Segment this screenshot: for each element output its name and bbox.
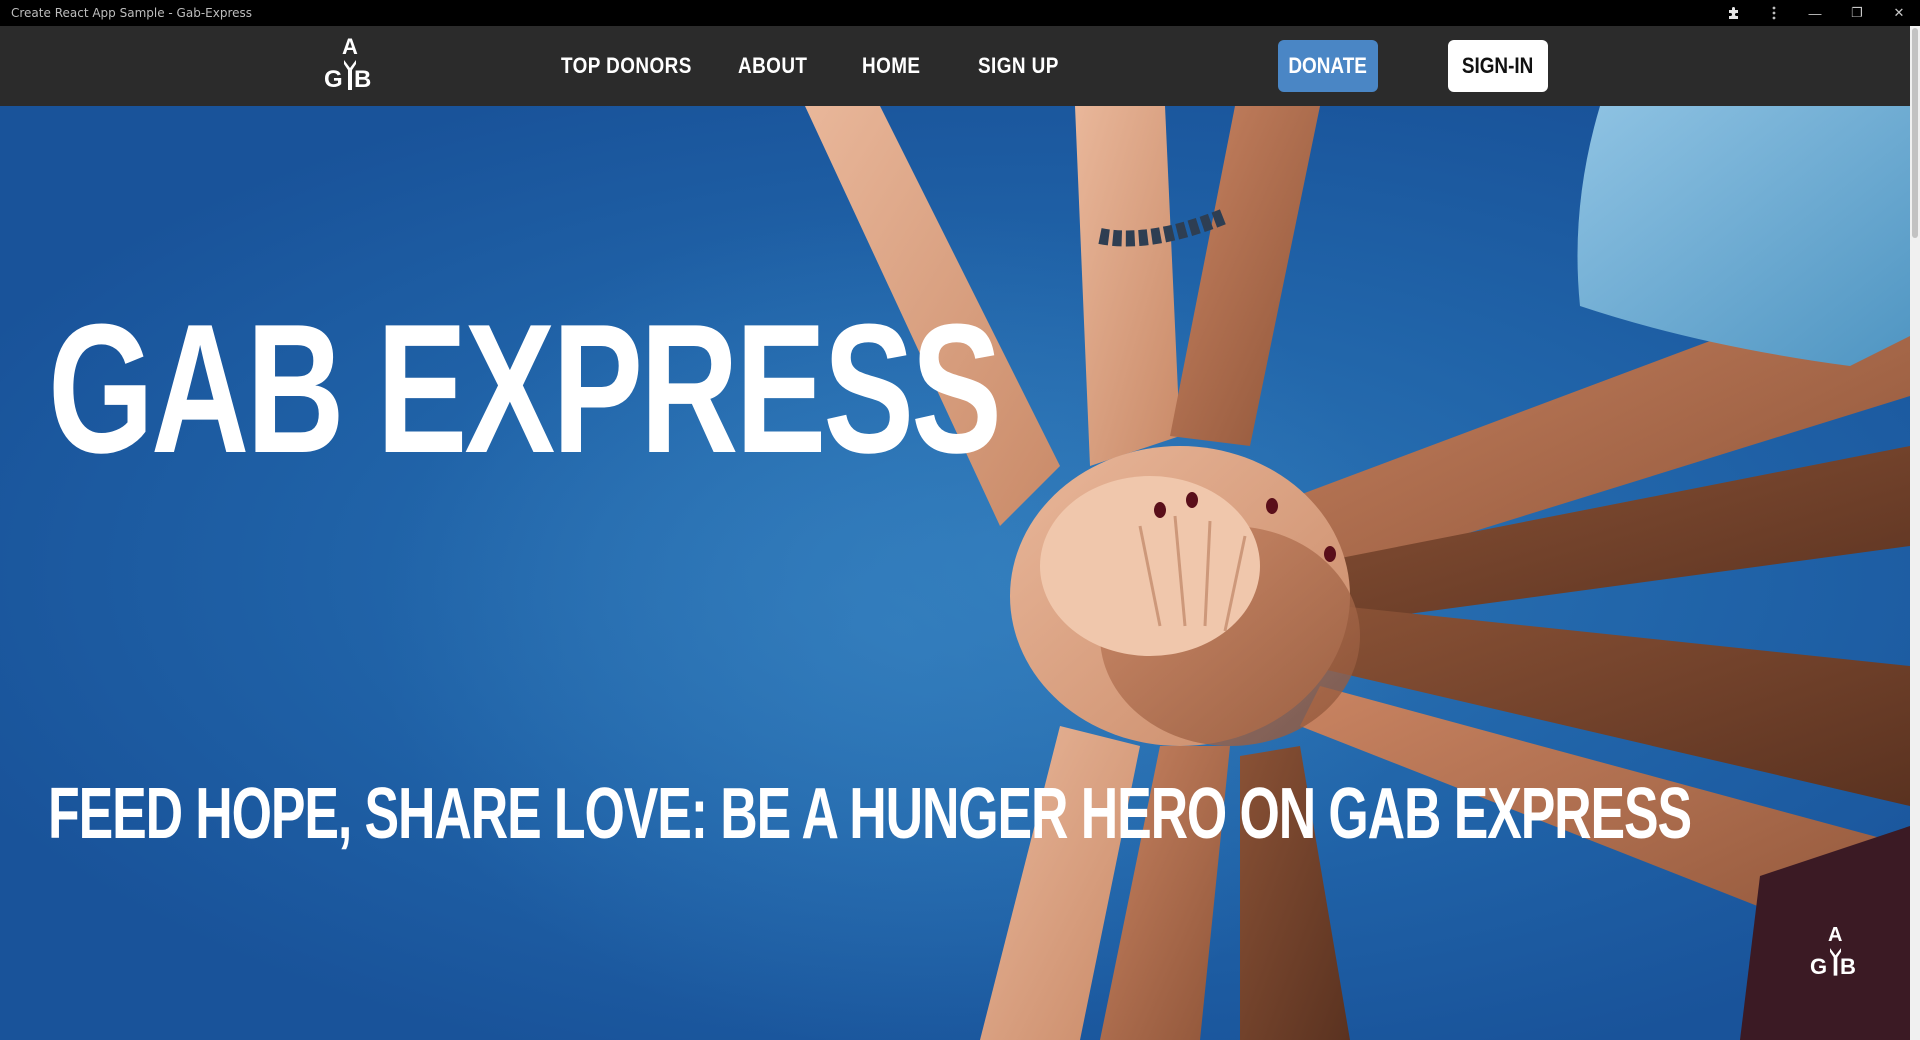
site-logo[interactable]: A G B bbox=[322, 34, 378, 96]
sign-in-button-label: SIGN-IN bbox=[1462, 53, 1534, 78]
hero-image-hands bbox=[380, 106, 1910, 1040]
window-titlebar: Create React App Sample - Gab-Express — … bbox=[0, 0, 1920, 26]
hero-tagline: FEED HOPE, SHARE LOVE: BE A HUNGER HERO … bbox=[48, 774, 1692, 854]
donate-button[interactable]: DONATE bbox=[1278, 40, 1378, 92]
nav-link-home[interactable]: HOME bbox=[862, 26, 920, 106]
logo-letter-b: B bbox=[354, 66, 372, 93]
nav-link-top-donors[interactable]: TOP DONORS bbox=[561, 26, 692, 106]
close-icon[interactable]: ✕ bbox=[1878, 0, 1920, 26]
corner-logo-letter-b: B bbox=[1840, 954, 1856, 979]
navbar: A G B TOP DONORS ABOUT HOME SIGN UP DONA… bbox=[0, 26, 1920, 106]
donate-button-label: DONATE bbox=[1288, 53, 1368, 78]
logo-letter-g: G bbox=[324, 66, 343, 93]
restore-icon[interactable]: ❐ bbox=[1836, 0, 1878, 26]
nav-link-about[interactable]: ABOUT bbox=[738, 26, 807, 106]
corner-logo: A G B bbox=[1810, 924, 1862, 986]
window-title: Create React App Sample - Gab-Express bbox=[11, 6, 253, 20]
hero-section: GAB EXPRESS FEED HOPE, SHARE LOVE: BE A … bbox=[0, 106, 1910, 1040]
puzzle-icon[interactable] bbox=[1714, 0, 1754, 26]
hero-title: GAB EXPRESS bbox=[48, 285, 1002, 491]
scrollbar-thumb[interactable] bbox=[1912, 28, 1918, 238]
window-controls: — ❐ ✕ bbox=[1714, 0, 1920, 26]
corner-logo-letter-g: G bbox=[1810, 954, 1828, 979]
sign-in-button[interactable]: SIGN-IN bbox=[1448, 40, 1548, 92]
nav-link-sign-up[interactable]: SIGN UP bbox=[978, 26, 1059, 106]
minimize-icon[interactable]: — bbox=[1794, 0, 1836, 26]
vertical-scrollbar[interactable] bbox=[1910, 26, 1920, 1040]
kebab-icon[interactable] bbox=[1754, 0, 1794, 26]
